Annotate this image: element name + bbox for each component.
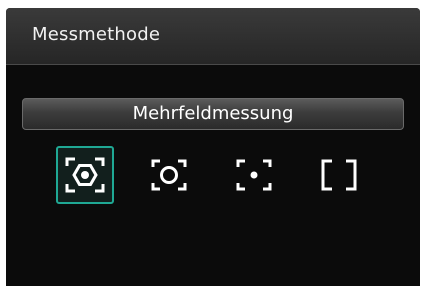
selected-mode-label: Mehrfeldmessung [22,98,404,130]
spot-metering-icon [236,159,272,191]
option-partial-metering[interactable] [140,146,198,204]
partial-metering-icon [151,159,187,191]
metering-mode-screen: Messmethode Mehrfeldmessung [6,8,420,286]
center-weighted-metering-icon [321,159,357,191]
page-title: Messmethode [32,24,161,45]
option-center-weighted-metering[interactable] [310,146,368,204]
metering-mode-options [6,146,420,204]
evaluative-metering-icon [65,157,105,193]
option-spot-metering[interactable] [225,146,283,204]
title-bar: Messmethode [6,8,420,65]
option-evaluative-metering[interactable] [56,146,114,204]
